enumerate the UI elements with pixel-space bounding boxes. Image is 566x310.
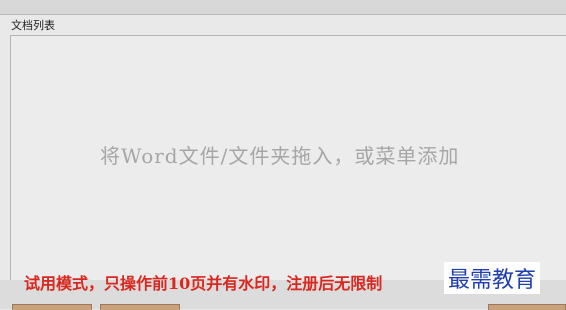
document-list-title: 文档列表: [11, 19, 55, 32]
watermark-logo: 最需教育: [444, 262, 541, 294]
bottom-button-1[interactable]: [12, 304, 92, 310]
top-toolbar-strip: [0, 0, 566, 15]
bottom-button-2[interactable]: [100, 304, 180, 310]
trial-mode-notice: 试用模式，只操作前10页并有水印，注册后无限制: [24, 274, 383, 293]
drop-hint-text: 将Word文件/文件夹拖入，或菜单添加: [100, 144, 460, 168]
bottom-button-3[interactable]: [488, 304, 566, 310]
